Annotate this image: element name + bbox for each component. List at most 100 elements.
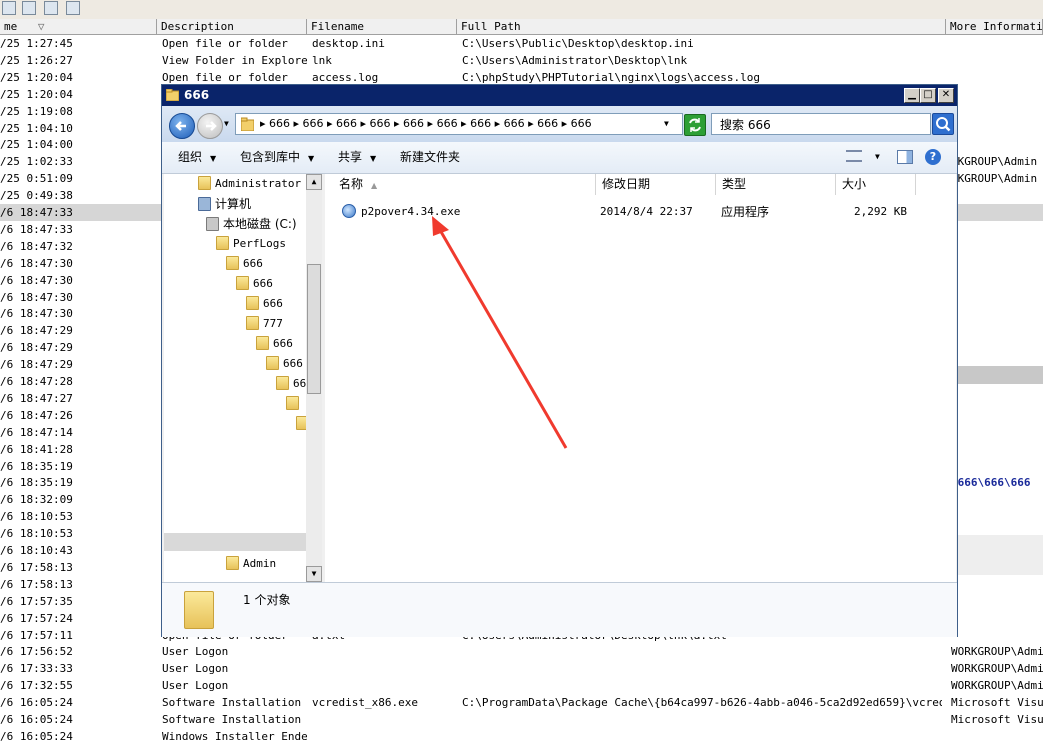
exit-icon[interactable] <box>66 1 80 15</box>
column-type[interactable]: 类型 <box>716 174 836 195</box>
cell-time: /6 17:58:13 <box>0 577 73 591</box>
table-row[interactable]: /6 17:32:55 User Logon WORKGROUP\Admin <box>0 677 1043 694</box>
cell-time: /6 16:05:24 <box>0 696 73 710</box>
help-icon[interactable]: ? <box>925 149 941 165</box>
cell-more: RKGROUP\Admin <box>951 172 1038 186</box>
view-options-icon[interactable] <box>846 150 862 162</box>
cell-time: /25 0:49:38 <box>0 189 73 203</box>
file-row[interactable]: p2pover4.34.exe 2014/8/4 22:37 应用程序 2,29… <box>325 203 956 221</box>
tree-node[interactable]: 666 <box>246 295 283 313</box>
document-icon[interactable] <box>2 1 16 15</box>
cell-more: Microsoft Visua <box>951 713 1043 726</box>
cell-more <box>951 187 1043 204</box>
tree-node[interactable]: 666 <box>256 335 293 353</box>
tree-node[interactable]: PerfLogs <box>216 235 286 253</box>
cell-time: /6 17:33:33 <box>0 662 73 676</box>
tree-node[interactable] <box>286 395 303 413</box>
cell-more <box>951 69 1043 86</box>
column-filename[interactable]: Filename <box>307 19 457 34</box>
properties-icon[interactable] <box>22 1 36 15</box>
view-chevron-icon[interactable]: ▼ <box>875 152 880 161</box>
organize-menu[interactable]: 组织 ▼ <box>178 142 216 173</box>
table-row[interactable]: /6 17:33:33 User Logon WORKGROUP\Admin <box>0 660 1043 677</box>
cell-time: /6 18:10:53 <box>0 510 73 524</box>
column-size[interactable]: 大小 <box>836 174 916 195</box>
background-panel <box>958 535 1043 575</box>
cell-more <box>951 627 1043 644</box>
address-dropdown-icon[interactable]: ▼ <box>664 119 669 128</box>
refresh-button[interactable] <box>684 114 706 136</box>
tree-node[interactable]: Admin <box>226 555 276 573</box>
cell-path: C:\Users\Administrator\Desktop\lnk <box>462 53 688 67</box>
table-row[interactable]: /25 1:26:27 View Folder in Explorer lnk C:\… <box>0 52 1043 69</box>
column-more-info[interactable]: More Informatio <box>946 19 1043 34</box>
minimize-button[interactable]: ▁ <box>904 88 920 103</box>
column-time[interactable]: me ▽ <box>0 19 157 34</box>
column-modified[interactable]: 修改日期 <box>596 174 716 195</box>
tree-node-label: Admin <box>243 557 277 570</box>
cell-file <box>312 728 457 743</box>
cell-more <box>951 120 1043 137</box>
column-description[interactable]: Description <box>157 19 307 34</box>
window-title: 666 <box>184 88 210 102</box>
search-button[interactable] <box>932 113 954 135</box>
cell-time: /6 17:56:52 <box>0 645 73 659</box>
folder-icon <box>296 416 306 430</box>
table-row[interactable]: /6 17:56:52 User Logon WORKGROUP\Admin <box>0 643 1043 660</box>
cell-more <box>951 339 1043 356</box>
forward-button[interactable] <box>197 113 223 139</box>
table-row[interactable]: /25 1:27:45 Open file or folder desktop.in… <box>0 35 1043 52</box>
tree-scrollbar[interactable]: ▲ ▼ <box>306 174 322 582</box>
search-input[interactable] <box>720 116 920 132</box>
include-in-library-menu[interactable]: 包含到库中 ▼ <box>240 142 314 173</box>
scroll-up-icon[interactable]: ▲ <box>306 174 322 190</box>
share-menu[interactable]: 共享 ▼ <box>338 142 376 173</box>
log-toolbar <box>0 0 1043 20</box>
tree-node[interactable]: 计算机 <box>198 195 251 213</box>
cell-file <box>312 677 457 694</box>
folder-icon <box>226 556 239 570</box>
breadcrumb[interactable]: ▸ 666 ▸ 666 ▸ 666 ▸ 666 ▸ 666 ▸ 666 ▸ 66… <box>260 114 592 134</box>
cell-time: /6 18:47:26 <box>0 408 73 422</box>
cell-time: /6 18:41:28 <box>0 442 73 456</box>
column-full-path[interactable]: Full Path <box>457 19 946 34</box>
tree-node[interactable]: 本地磁盘 (C:) <box>206 215 297 233</box>
tree-node-label: 777 <box>263 317 283 330</box>
maximize-button[interactable]: □ <box>920 88 936 103</box>
cell-time: /6 18:47:29 <box>0 324 73 338</box>
new-folder-button[interactable]: 新建文件夹 <box>400 142 460 173</box>
table-row[interactable]: /6 16:05:24 Software Installation vcredist… <box>0 694 1043 711</box>
cell-time: /25 0:51:09 <box>0 172 73 186</box>
address-bar[interactable]: ▸ 666 ▸ 666 ▸ 666 ▸ 666 ▸ 666 ▸ 666 ▸ 66… <box>235 113 683 135</box>
table-row[interactable]: /6 16:05:24 Software Installation Microsof… <box>0 711 1043 728</box>
column-name[interactable]: 名称 ▲ <box>325 174 596 195</box>
folder-icon <box>226 256 239 270</box>
cell-more <box>951 390 1043 407</box>
tree-node[interactable]: 666 <box>226 255 263 273</box>
close-button[interactable]: ✕ <box>938 88 954 103</box>
back-button[interactable] <box>169 113 195 139</box>
cell-more <box>951 136 1043 153</box>
folder-icon <box>166 89 179 101</box>
window-titlebar[interactable]: 666 ▁ □ ✕ <box>162 85 957 106</box>
folder-icon <box>216 236 229 250</box>
table-row[interactable]: /6 16:05:24 Windows Installer Ended <box>0 728 1043 743</box>
save-icon[interactable] <box>44 1 58 15</box>
tree-node[interactable] <box>296 415 306 433</box>
cell-more <box>951 458 1043 475</box>
scroll-down-icon[interactable]: ▼ <box>306 566 322 582</box>
cell-more <box>951 407 1043 424</box>
background-panel <box>958 366 1043 384</box>
cell-more <box>951 305 1043 322</box>
tree-node[interactable]: 666 <box>266 355 303 373</box>
cell-desc: View Folder in Explorer <box>162 53 307 67</box>
tree-node[interactable]: Administrator <box>198 175 301 193</box>
tree-node[interactable]: 66 <box>276 375 306 393</box>
tree-node[interactable]: 777 <box>246 315 283 333</box>
preview-pane-icon[interactable] <box>897 150 913 164</box>
recent-pages-chevron-icon[interactable]: ▼ <box>224 119 229 128</box>
tree-node[interactable]: 666 <box>236 275 273 293</box>
user-folder-icon <box>198 176 211 190</box>
explorer-window: 666 ▁ □ ✕ ▼ ▸ 666 ▸ 666 ▸ 666 ▸ 666 ▸ 66… <box>161 84 958 637</box>
scrollbar-thumb[interactable] <box>307 264 321 394</box>
